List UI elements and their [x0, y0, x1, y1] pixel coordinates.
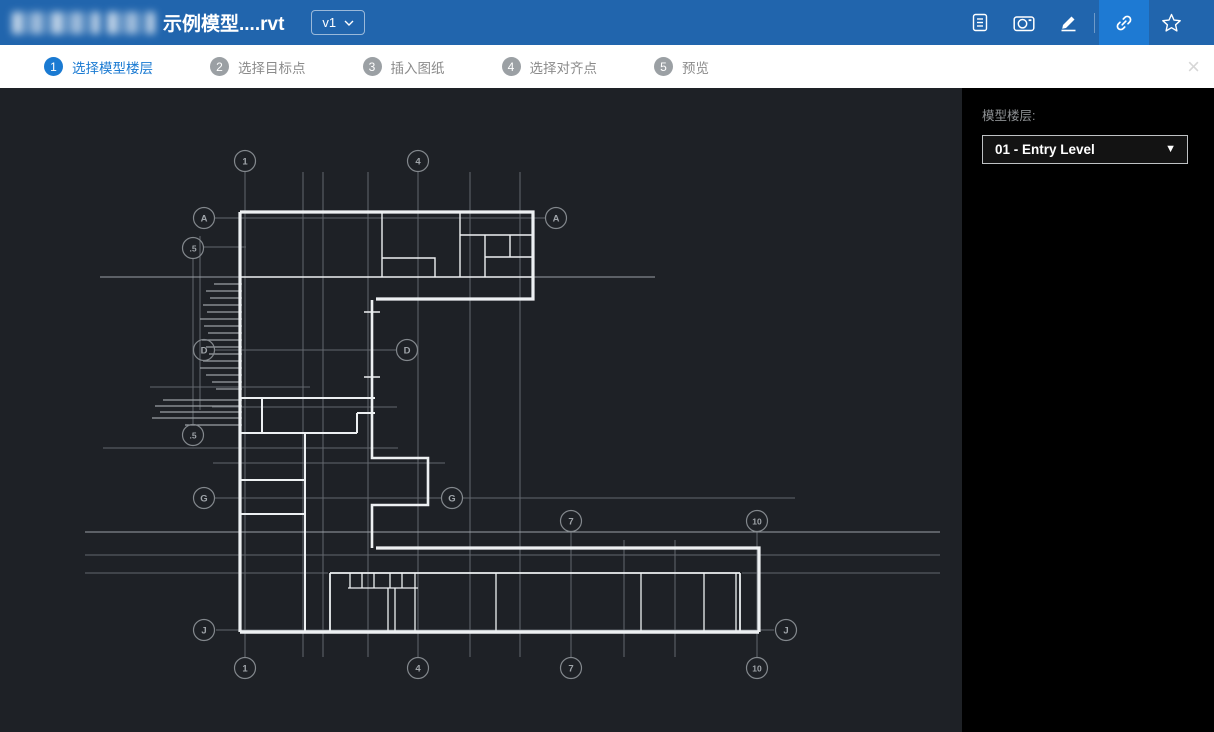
svg-text:4: 4 — [415, 664, 421, 675]
step-label: 插入图纸 — [391, 57, 445, 77]
svg-text:1: 1 — [242, 664, 248, 675]
step-label: 预览 — [682, 57, 709, 77]
level-select[interactable]: 01 - Entry Level ▼ — [982, 135, 1188, 164]
chevron-down-icon — [344, 20, 354, 26]
svg-text:4: 4 — [415, 157, 421, 168]
floorplan-svg: 1 4 A A .5 D D .5 G G 7 10 J J 1 4 7 10 — [0, 88, 962, 732]
wizard-stepper: 1 选择模型楼层 2 选择目标点 3 插入图纸 4 选择对齐点 5 预览 × — [0, 45, 1214, 88]
svg-text:D: D — [201, 346, 208, 357]
step-label: 选择对齐点 — [530, 57, 598, 77]
svg-text:A: A — [201, 214, 208, 225]
step-select-target-point[interactable]: 2 选择目标点 — [210, 57, 306, 77]
svg-text:J: J — [783, 626, 788, 637]
svg-text:1: 1 — [242, 157, 248, 168]
step-select-model-level[interactable]: 1 选择模型楼层 — [44, 57, 153, 77]
favorite-star-icon[interactable] — [1149, 0, 1193, 45]
toolbar-divider — [1094, 13, 1095, 33]
notes-icon[interactable] — [958, 0, 1002, 45]
redacted-title-segment — [12, 12, 100, 34]
redacted-title-segment — [107, 12, 155, 34]
step-number-badge: 1 — [44, 57, 63, 76]
svg-text:G: G — [200, 494, 207, 505]
step-label: 选择模型楼层 — [72, 57, 153, 77]
step-select-align-point[interactable]: 4 选择对齐点 — [502, 57, 598, 77]
step-number-badge: 5 — [654, 57, 673, 76]
svg-text:10: 10 — [752, 517, 762, 527]
svg-text:D: D — [404, 346, 411, 357]
svg-text:7: 7 — [568, 517, 573, 528]
file-title: 示例模型....rvt — [163, 9, 284, 36]
step-number-badge: 4 — [502, 57, 521, 76]
toolbar-icons — [958, 0, 1193, 45]
app-window: 示例模型....rvt v1 — [0, 0, 1214, 732]
markup-pencil-icon[interactable] — [1046, 0, 1090, 45]
step-number-badge: 3 — [363, 57, 382, 76]
svg-text:G: G — [448, 494, 455, 505]
dropdown-arrow-icon: ▼ — [1165, 144, 1176, 155]
svg-text:10: 10 — [752, 664, 762, 674]
step-insert-drawing[interactable]: 3 插入图纸 — [363, 57, 445, 77]
version-label: v1 — [322, 15, 336, 30]
version-dropdown[interactable]: v1 — [311, 10, 365, 35]
model-level-label: 模型楼层: — [982, 105, 1214, 124]
svg-text:7: 7 — [568, 664, 573, 675]
step-preview[interactable]: 5 预览 — [654, 57, 709, 77]
svg-text:A: A — [553, 214, 560, 225]
settings-panel: 模型楼层: 01 - Entry Level ▼ — [962, 88, 1214, 732]
step-number-badge: 2 — [210, 57, 229, 76]
svg-text:J: J — [201, 626, 206, 637]
model-canvas[interactable]: 1 4 A A .5 D D .5 G G 7 10 J J 1 4 7 10 — [0, 88, 962, 732]
svg-text:.5: .5 — [189, 431, 196, 441]
camera-icon[interactable] — [1002, 0, 1046, 45]
level-select-value: 01 - Entry Level — [995, 142, 1095, 157]
svg-text:.5: .5 — [189, 244, 196, 254]
step-label: 选择目标点 — [238, 57, 306, 77]
close-icon[interactable]: × — [1187, 56, 1200, 78]
link-icon[interactable] — [1099, 0, 1149, 45]
titlebar: 示例模型....rvt v1 — [0, 0, 1214, 45]
